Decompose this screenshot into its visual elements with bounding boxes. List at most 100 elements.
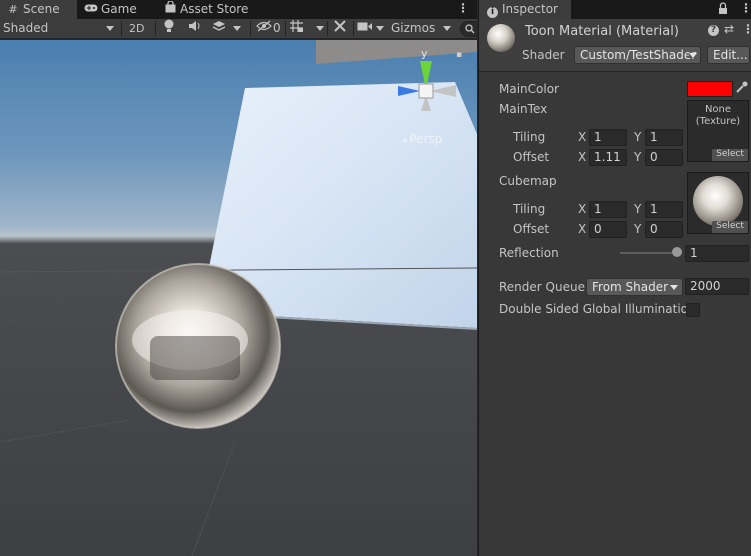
edit-shader-button[interactable]: Edit... — [707, 46, 750, 64]
scene-toolbar: Shaded 2D 0 Gizmos — [0, 19, 477, 39]
mode-2d-toggle[interactable]: 2D — [129, 19, 149, 38]
material-header: Toon Material (Material) ? ⇄ ⋮ Shader Cu… — [479, 19, 751, 72]
inspector-tab-label: Inspector — [502, 2, 558, 16]
shader-label: Shader — [522, 48, 565, 62]
help-icon[interactable]: ? — [708, 25, 719, 36]
main-tex-label: MainTex — [499, 102, 548, 116]
shading-mode-value: Shaded — [3, 21, 49, 35]
chevron-down-icon — [689, 53, 697, 58]
audio-toggle-icon[interactable] — [188, 19, 204, 38]
gizmos-label: Gizmos — [391, 21, 436, 35]
main-tex-slot[interactable]: None (Texture) Select — [687, 100, 749, 162]
shading-mode-dropdown[interactable]: Shaded — [3, 19, 117, 38]
camera-dropdown[interactable] — [357, 19, 387, 38]
render-queue-value-field[interactable]: 2000 — [685, 278, 749, 295]
gizmos-dropdown[interactable]: Gizmos — [391, 19, 455, 38]
tab-scene-label: Scene — [23, 2, 60, 16]
grid-snap-icon — [290, 20, 303, 32]
toolbar-divider — [327, 21, 328, 36]
tools-toggle-icon[interactable] — [333, 19, 349, 38]
chevron-down-icon — [376, 26, 384, 31]
cubemap-offset-x-field[interactable]: 0 — [589, 221, 627, 238]
main-tex-tiling-x-field[interactable]: 1 — [589, 129, 627, 146]
inspector-more-options-icon[interactable]: ⋮ — [740, 1, 751, 15]
shader-dropdown[interactable]: Custom/TestShader — [574, 46, 701, 64]
reflection-slider-track[interactable] — [620, 252, 676, 254]
cubemap-tiling-y-field[interactable]: 1 — [645, 201, 683, 218]
lock-icon[interactable] — [718, 2, 728, 18]
eyedropper-icon[interactable] — [735, 81, 748, 97]
main-tex-tiling-label: Tiling — [513, 130, 546, 144]
cubemap-offset-x-label: X — [578, 222, 587, 236]
shader-value: Custom/TestShader — [580, 48, 697, 62]
chevron-down-icon — [316, 26, 324, 31]
main-tex-offset-x-field[interactable]: 1.11 — [589, 149, 627, 166]
main-tex-offset-y-field[interactable]: 0 — [645, 149, 683, 166]
material-preview-icon — [487, 24, 515, 52]
cubemap-slot[interactable]: Select — [687, 172, 749, 234]
inspector-panel: i Inspector ⋮ Toon Material (Material) ? … — [478, 0, 751, 556]
main-tex-tiling-y-label: Y — [634, 130, 642, 144]
tab-scene[interactable]: # Scene — [0, 0, 77, 19]
chevron-down-icon — [670, 285, 678, 290]
inspector-tab-bar: i Inspector ⋮ — [479, 0, 751, 19]
main-tex-tiling-x-label: X — [578, 130, 587, 144]
lock-icon[interactable]: ▪ — [456, 50, 462, 60]
shopping-bag-icon — [163, 0, 177, 19]
gamepad-icon — [84, 0, 98, 19]
main-tex-offset-y-label: Y — [634, 150, 642, 164]
reflection-label: Reflection — [499, 246, 559, 260]
chevron-down-icon — [233, 26, 241, 31]
material-title: Toon Material (Material) — [525, 24, 679, 39]
toolbar-divider — [121, 21, 122, 36]
main-color-swatch[interactable] — [687, 81, 733, 97]
cubemap-offset-y-label: Y — [634, 222, 642, 236]
toolbar-divider — [250, 21, 251, 36]
effects-layers-icon — [212, 21, 226, 31]
main-tex-offset-x-label: X — [578, 150, 587, 164]
tab-asset-store[interactable]: Asset Store — [157, 0, 267, 19]
scene-search-input[interactable] — [460, 21, 477, 37]
grid-icon: # — [8, 3, 18, 16]
material-more-options-icon[interactable]: ⋮ — [742, 22, 751, 36]
render-queue-dropdown[interactable]: From Shader — [586, 278, 683, 296]
lighting-toggle-icon[interactable] — [163, 19, 177, 38]
tab-inspector[interactable]: i Inspector — [479, 0, 571, 19]
cubemap-tiling-label: Tiling — [513, 202, 546, 216]
tab-game[interactable]: Game — [78, 0, 156, 19]
chevron-down-icon — [443, 26, 451, 31]
info-icon: i — [487, 7, 498, 18]
render-queue-label: Render Queue — [499, 280, 585, 294]
cubemap-tiling-x-field[interactable]: 1 — [589, 201, 627, 218]
main-tex-tiling-y-field[interactable]: 1 — [645, 129, 683, 146]
cubemap-label: Cubemap — [499, 174, 557, 188]
scene-visibility-toggle[interactable]: 0 — [256, 19, 284, 38]
double-sided-gi-checkbox[interactable] — [686, 303, 700, 317]
toolbar-divider — [285, 21, 286, 36]
grid-snapping-dropdown[interactable] — [289, 19, 325, 38]
double-sided-gi-label: Double Sided Global Illumination — [499, 302, 696, 316]
reflection-value-field[interactable]: 1 — [685, 245, 749, 262]
scene-viewport[interactable]: y z ▪ ◂ Persp — [0, 40, 477, 556]
reflection-slider-handle[interactable] — [672, 247, 682, 257]
eye-hidden-icon — [256, 20, 272, 32]
cubemap-offset-y-field[interactable]: 0 — [645, 221, 683, 238]
cubemap-preview — [693, 176, 743, 226]
projection-toggle[interactable]: ◂ Persp — [402, 132, 442, 146]
effects-dropdown[interactable] — [212, 19, 242, 38]
cubemap-offset-label: Offset — [513, 222, 550, 236]
scene-tab-bar: # Scene Game Asset Store ⋮ — [0, 0, 477, 19]
orientation-gizmo[interactable]: y z ▪ — [386, 45, 462, 121]
scene-more-options-icon[interactable]: ⋮ — [457, 1, 469, 15]
cubemap-select-button[interactable]: Select — [712, 221, 748, 233]
main-tex-slot-text: None (Texture) — [695, 104, 741, 127]
render-queue-mode: From Shader — [592, 280, 669, 294]
cubemap-tiling-x-label: X — [578, 202, 587, 216]
presets-icon[interactable]: ⇄ — [724, 22, 734, 36]
gizmo-y-axis-label: y — [421, 47, 428, 60]
main-tex-select-button[interactable]: Select — [712, 149, 748, 161]
cubemap-tiling-y-label: Y — [634, 202, 642, 216]
toolbar-divider — [155, 21, 156, 36]
search-icon — [465, 24, 475, 34]
camera-icon — [357, 22, 372, 31]
